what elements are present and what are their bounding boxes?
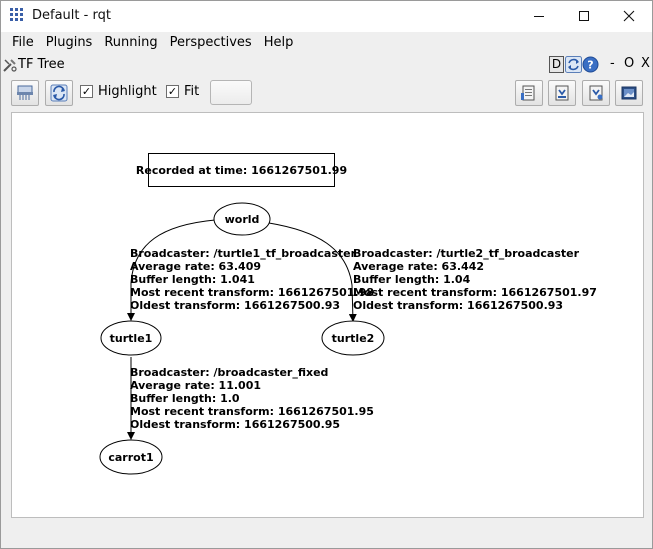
title-bar: Default - rqt <box>1 1 652 32</box>
help-icon[interactable]: ? <box>582 56 599 73</box>
edge-label-line: Oldest transform: 1661267500.95 <box>130 418 340 431</box>
svg-text:?: ? <box>587 59 593 72</box>
menu-bar: File Plugins Running Perspectives Help <box>1 32 652 53</box>
edge-label-line: Most recent transform: 1661267501.98 <box>130 286 374 299</box>
node-world-label: world <box>225 213 260 226</box>
window-title: Default - rqt <box>32 8 111 23</box>
node-carrot1[interactable]: carrot1 <box>99 439 163 475</box>
menu-running[interactable]: Running <box>98 33 163 52</box>
edge-label-line: Average rate: 63.409 <box>130 260 261 273</box>
menu-plugins[interactable]: Plugins <box>40 33 99 52</box>
plugin-header: TF Tree D ? - O X <box>1 54 652 76</box>
check-mark-icon: ✓ <box>81 85 92 98</box>
rqt-window: Default - rqt File Plugins Running Persp… <box>0 0 653 549</box>
edge-label-line: Oldest transform: 1661267500.93 <box>130 299 340 312</box>
tf-tree-graph: Recorded at time: 1661267501.99 world tu… <box>99 153 597 475</box>
recorded-time-box: Recorded at time: 1661267501.99 <box>136 153 347 187</box>
node-turtle2[interactable]: turtle2 <box>321 320 385 356</box>
node-carrot1-label: carrot1 <box>108 451 153 464</box>
dock-close-button[interactable]: X <box>641 56 650 71</box>
edge-label-line: Most recent transform: 1661267501.95 <box>130 405 374 418</box>
save-dot-button[interactable] <box>548 80 576 106</box>
tools-icon <box>3 59 17 72</box>
edge-label-line: Most recent transform: 1661267501.97 <box>353 286 597 299</box>
fit-label: Fit <box>184 84 200 99</box>
minimize-button[interactable] <box>519 4 559 28</box>
highlight-label: Highlight <box>98 84 157 99</box>
reload-button[interactable] <box>45 80 73 106</box>
edge-label-line: Broadcaster: /turtle1_tf_broadcaster <box>130 247 357 260</box>
maximize-button[interactable] <box>564 4 604 28</box>
fit-button[interactable] <box>210 80 252 105</box>
load-dot-button[interactable] <box>515 80 543 106</box>
refresh-graph-button[interactable] <box>11 80 39 106</box>
save-svg-button[interactable] <box>582 80 610 106</box>
edge-label-line: Average rate: 63.442 <box>353 260 484 273</box>
edge-label-carrot1: Broadcaster: /broadcaster_fixed Average … <box>130 366 374 431</box>
graph-canvas[interactable]: Recorded at time: 1661267501.99 world tu… <box>11 112 644 518</box>
folder-icon <box>521 85 535 101</box>
close-button[interactable] <box>609 4 649 28</box>
plugin-title: TF Tree <box>18 57 65 72</box>
minimize-icon <box>534 16 544 17</box>
edge-label-turtle1: Broadcaster: /turtle1_tf_broadcaster Ave… <box>130 247 374 312</box>
edge-label-line: Average rate: 11.001 <box>130 379 261 392</box>
recorded-time-label: Recorded at time: 1661267501.99 <box>136 164 347 177</box>
close-icon <box>623 10 635 22</box>
refresh-icon <box>50 84 68 102</box>
edge-label-line: Buffer length: 1.041 <box>130 273 255 286</box>
menu-file[interactable]: File <box>6 33 40 52</box>
save-dot-icon <box>555 85 569 101</box>
dock-minimize-button[interactable]: - <box>610 56 615 71</box>
node-turtle1-label: turtle1 <box>110 332 153 345</box>
image-icon <box>621 86 637 100</box>
check-mark-icon: ✓ <box>167 85 178 98</box>
menu-help[interactable]: Help <box>258 33 300 52</box>
reload-icon[interactable] <box>565 56 582 73</box>
edge-label-line: Oldest transform: 1661267500.93 <box>353 299 563 312</box>
highlight-checkbox[interactable]: ✓ <box>80 85 93 98</box>
dock-float-button[interactable]: O <box>624 56 634 71</box>
toolbar: ✓ Highlight ✓ Fit <box>1 77 652 109</box>
node-turtle2-label: turtle2 <box>332 332 375 345</box>
fit-checkbox[interactable]: ✓ <box>166 85 179 98</box>
save-image-button[interactable] <box>615 80 643 106</box>
shredder-icon <box>17 85 33 100</box>
maximize-icon <box>579 11 589 21</box>
node-turtle1[interactable]: turtle1 <box>100 320 162 356</box>
edge-label-turtle2: Broadcaster: /turtle2_tf_broadcaster Ave… <box>353 247 597 312</box>
save-svg-icon <box>589 85 603 101</box>
dock-d-button[interactable]: D <box>549 56 564 73</box>
edge-label-line: Broadcaster: /broadcaster_fixed <box>130 366 328 379</box>
edge-label-line: Buffer length: 1.04 <box>353 273 471 286</box>
edge-label-line: Broadcaster: /turtle2_tf_broadcaster <box>353 247 580 260</box>
menu-perspectives[interactable]: Perspectives <box>164 33 258 52</box>
edge-label-line: Buffer length: 1.0 <box>130 392 240 405</box>
node-world[interactable]: world <box>213 202 271 236</box>
app-grid-icon <box>10 8 23 21</box>
